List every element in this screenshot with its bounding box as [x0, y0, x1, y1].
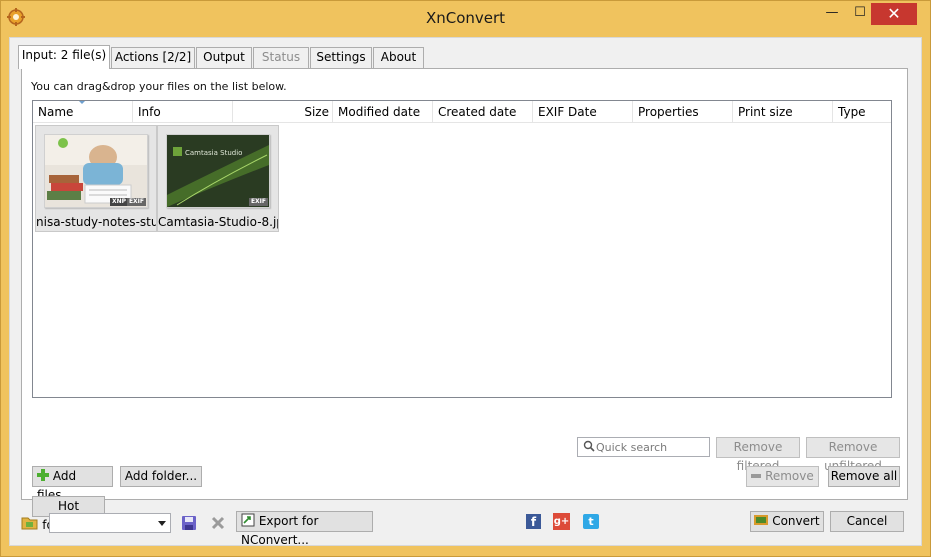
- camtasia-splash-image: Camtasia Studio: [167, 135, 269, 207]
- export-icon: [241, 513, 255, 527]
- remove-all-button[interactable]: Remove all: [828, 466, 900, 487]
- delete-icon[interactable]: [209, 514, 227, 532]
- chevron-down-icon: [158, 521, 166, 526]
- remove-unfiltered-button[interactable]: Remove unfiltered: [806, 437, 900, 473]
- add-icon: [37, 469, 49, 481]
- convert-label: Convert: [772, 514, 820, 528]
- export-nconvert-button[interactable]: Export for NConvert...: [236, 511, 373, 547]
- column-name[interactable]: Name: [33, 101, 133, 123]
- file-item[interactable]: XNP EXIF nisa-study-notes-stuv...: [35, 125, 157, 232]
- tab-output[interactable]: Output: [196, 47, 252, 68]
- client-area: Input: 2 file(s) Actions [2/2] Output St…: [9, 37, 922, 547]
- google-plus-icon[interactable]: g+: [553, 513, 570, 530]
- add-files-button[interactable]: Add files...: [32, 466, 113, 502]
- bottom-toolbar: Export for NConvert... f g+ t Convert Ca…: [10, 503, 921, 547]
- remove-filtered-button[interactable]: Remove filtered: [716, 437, 800, 473]
- tab-input[interactable]: Input: 2 file(s): [18, 45, 110, 69]
- search-icon: [583, 440, 595, 452]
- quick-search-box[interactable]: [577, 437, 710, 457]
- column-info[interactable]: Info: [133, 101, 233, 123]
- study-photo-image: [45, 135, 147, 207]
- column-name-label: Name: [38, 105, 74, 119]
- maximize-button[interactable]: ☐: [849, 3, 871, 25]
- camtasia-splash-text: Camtasia Studio: [185, 149, 242, 157]
- column-modified-date[interactable]: Modified date: [333, 101, 433, 123]
- column-print-size[interactable]: Print size: [733, 101, 833, 123]
- twitter-icon[interactable]: t: [583, 514, 599, 529]
- convert-button[interactable]: Convert: [750, 511, 824, 532]
- convert-icon: [754, 515, 769, 525]
- remove-button[interactable]: Remove: [746, 466, 819, 487]
- xnp-badge: XNP: [109, 198, 128, 206]
- minus-icon: [751, 474, 762, 478]
- cancel-button[interactable]: Cancel: [830, 511, 904, 532]
- column-type[interactable]: Type: [833, 101, 891, 123]
- tab-actions[interactable]: Actions [2/2]: [111, 47, 195, 68]
- title-bar[interactable]: XnConvert — ☐ ✕: [1, 1, 930, 35]
- column-properties[interactable]: Properties: [633, 101, 733, 123]
- input-panel: You can drag&drop your files on the list…: [21, 68, 908, 532]
- column-created-date[interactable]: Created date: [433, 101, 533, 123]
- exif-badge: EXIF: [126, 198, 146, 206]
- column-size[interactable]: Size: [233, 101, 333, 123]
- window-title: XnConvert: [425, 9, 506, 27]
- column-exif-date[interactable]: EXIF Date: [533, 101, 633, 123]
- exif-badge: EXIF: [248, 198, 268, 206]
- tab-settings[interactable]: Settings: [310, 47, 372, 68]
- minimize-button[interactable]: —: [821, 3, 843, 25]
- facebook-icon[interactable]: f: [526, 514, 541, 529]
- file-list[interactable]: Name Info Size Modified date Created dat…: [32, 100, 892, 398]
- tab-about[interactable]: About: [373, 47, 424, 68]
- tab-status[interactable]: Status: [253, 47, 309, 68]
- preset-dropdown[interactable]: [49, 513, 171, 533]
- file-item[interactable]: Camtasia Studio EXIF Camtasia-Studio-8.j…: [157, 125, 279, 232]
- add-folder-button[interactable]: Add folder...: [120, 466, 202, 487]
- sort-arrow-icon: [79, 101, 85, 104]
- app-window: XnConvert — ☐ ✕ Input: 2 file(s) Actions…: [0, 0, 931, 557]
- file-name-label: nisa-study-notes-stuv...: [36, 215, 156, 229]
- quick-search-input[interactable]: [596, 439, 706, 455]
- drag-drop-hint: You can drag&drop your files on the list…: [31, 80, 287, 93]
- file-thumbnail: Camtasia Studio EXIF: [166, 134, 270, 208]
- close-button[interactable]: ✕: [871, 3, 917, 25]
- remove-label: Remove: [765, 469, 814, 483]
- column-header: Name Info Size Modified date Created dat…: [33, 101, 891, 123]
- file-name-label: Camtasia-Studio-8.jpg: [158, 215, 278, 229]
- open-folder-icon[interactable]: [21, 514, 39, 532]
- save-icon[interactable]: [180, 514, 198, 532]
- file-thumbnail: XNP EXIF: [44, 134, 148, 208]
